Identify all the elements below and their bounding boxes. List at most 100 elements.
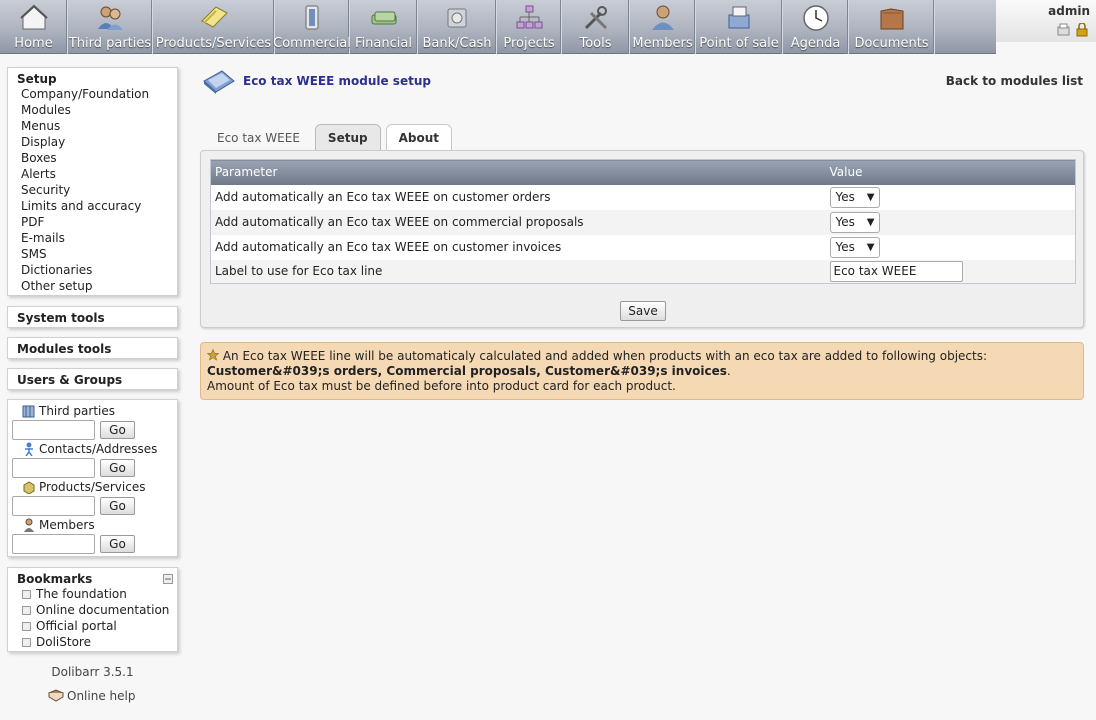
go-button[interactable]: Go (100, 497, 135, 515)
go-button[interactable]: Go (100, 535, 135, 553)
parameter-table: Parameter Value Add automatically an Eco… (210, 159, 1076, 284)
tab-bar: Eco tax WEEE Setup About (207, 123, 457, 151)
setup-menu-item[interactable]: SMS (8, 246, 177, 262)
setup-menu-item[interactable]: Company/Foundation (8, 86, 177, 102)
setup-menu-item[interactable]: Display (8, 134, 177, 150)
tab-about[interactable]: About (385, 124, 452, 151)
search-input[interactable] (12, 534, 95, 554)
table-row: Add automatically an Eco tax WEEE on cus… (210, 184, 1076, 210)
topmenu-commercial[interactable]: Commercial (273, 0, 351, 54)
tab-setup[interactable]: Setup (314, 124, 381, 151)
label-text-input[interactable]: Eco tax WEEE (829, 260, 963, 282)
online-help-label: Online help (67, 689, 136, 703)
third-parties-icon (22, 404, 36, 418)
topmenu-point-of-sale[interactable]: Point of sale (696, 0, 783, 54)
login-block: admin (996, 0, 1096, 42)
bookmark-item[interactable]: Online documentation (8, 602, 177, 618)
col-header-value: Value (825, 159, 1076, 185)
parameter-value: Yes ▼ (825, 209, 1076, 235)
bookmark-item[interactable]: Official portal (8, 618, 177, 634)
topmenu-documents[interactable]: Documents (849, 0, 935, 54)
star-icon (206, 348, 220, 361)
setup-menu-item[interactable]: E-mails (8, 230, 177, 246)
chevron-down-icon: ▼ (866, 241, 875, 253)
search-input[interactable] (12, 420, 95, 440)
setup-menu-item[interactable]: PDF (8, 214, 177, 230)
col-header-parameter: Parameter (210, 159, 826, 185)
setup-menu-item[interactable]: Modules (8, 102, 177, 118)
setup-menu-item[interactable]: Security (8, 182, 177, 198)
yes-no-select[interactable]: Yes ▼ (829, 186, 880, 208)
bookmark-label: Official portal (36, 619, 117, 633)
login-username[interactable]: admin (996, 4, 1090, 18)
topmenu-products-services[interactable]: Products/Services (153, 0, 275, 54)
chevron-down-icon: ▼ (866, 191, 875, 203)
search-label: Members (8, 517, 177, 533)
select-value: Yes (835, 240, 855, 254)
top-menu-bar: Home Third parties Products/Services Commer… (0, 0, 996, 54)
search-label-text: Third parties (39, 404, 116, 418)
search-label-text: Products/Services (39, 480, 146, 494)
users-groups-link[interactable]: Users & Groups (8, 369, 177, 387)
version-label: Dolibarr 3.5.1 (51, 665, 134, 679)
go-button[interactable]: Go (100, 421, 135, 439)
print-lock-icons[interactable] (1056, 22, 1090, 37)
search-label: Products/Services (8, 479, 177, 495)
setup-menu-item[interactable]: Menus (8, 118, 177, 134)
topmenu-label: Financial (355, 36, 412, 51)
bookmark-collapse-icon[interactable] (163, 574, 173, 584)
parameter-value: Yes ▼ (825, 234, 1076, 260)
info-box: An Eco tax WEEE line will be automatical… (200, 342, 1084, 400)
topmenu-label: Commercial (273, 36, 351, 51)
save-button[interactable]: Save (620, 301, 666, 321)
setup-menu-item[interactable]: Other setup (8, 278, 177, 294)
search-label-text: Members (39, 518, 95, 532)
topmenu-financial[interactable]: Financial (350, 0, 418, 54)
search-input[interactable] (12, 496, 95, 516)
topmenu-label: Documents (854, 36, 929, 51)
topmenu-label: Projects (503, 36, 555, 51)
search-input[interactable] (12, 458, 95, 478)
bookmark-item[interactable]: The foundation (8, 586, 177, 602)
topmenu-label: Home (14, 36, 53, 51)
book-icon (48, 689, 64, 702)
topmenu-agenda[interactable]: Agenda (783, 0, 849, 54)
setup-menu-title[interactable]: Setup (8, 68, 177, 86)
yes-no-select[interactable]: Yes ▼ (829, 236, 880, 258)
bookmark-label: DoliStore (36, 635, 91, 649)
member-icon (22, 518, 36, 532)
topmenu-label: Tools (579, 36, 612, 51)
setup-menu-block: Setup Company/Foundation Modules Menus Disp… (7, 67, 178, 296)
chevron-down-icon: ▼ (866, 216, 875, 228)
modules-tools-link[interactable]: Modules tools (8, 338, 177, 356)
topmenu-third-parties[interactable]: Third parties (68, 0, 153, 54)
back-to-modules-link[interactable]: Back to modules list (946, 74, 1083, 88)
setup-menu-item[interactable]: Limits and accuracy (8, 198, 177, 214)
contact-icon (22, 442, 36, 457)
topmenu-tools[interactable]: Tools (562, 0, 630, 54)
parameter-label: Add automatically an Eco tax WEEE on com… (210, 209, 826, 235)
search-label: Contacts/Addresses (8, 441, 177, 457)
bookmark-item[interactable]: DoliStore (8, 634, 177, 650)
info-text-prefix: An Eco tax WEEE line will be automatical… (222, 349, 988, 363)
topmenu-home[interactable]: Home (0, 0, 68, 54)
parameter-label: Add automatically an Eco tax WEEE on cus… (210, 184, 826, 210)
go-button[interactable]: Go (100, 459, 135, 477)
setup-menu-item[interactable]: Alerts (8, 166, 177, 182)
system-tools-link[interactable]: System tools (8, 307, 177, 325)
topmenu-members[interactable]: Members (630, 0, 696, 54)
topmenu-label: Point of sale (699, 36, 779, 51)
info-text-suffix: . (726, 364, 731, 378)
product-icon (22, 480, 36, 495)
bookmark-doc-icon (22, 621, 31, 631)
tab-eco-tax-weee[interactable]: Eco tax WEEE (207, 124, 310, 151)
topmenu-bank-cash[interactable]: Bank/Cash (418, 0, 497, 54)
online-help-link[interactable]: Online help (48, 689, 135, 703)
yes-no-select[interactable]: Yes ▼ (829, 211, 880, 233)
setup-menu-item[interactable]: Dictionaries (8, 262, 177, 278)
topmenu-label: Agenda (790, 36, 841, 51)
topmenu-label: Products/Services (155, 36, 272, 51)
topmenu-label: Bank/Cash (422, 36, 492, 51)
setup-menu-item[interactable]: Boxes (8, 150, 177, 166)
topmenu-projects[interactable]: Projects (497, 0, 562, 54)
